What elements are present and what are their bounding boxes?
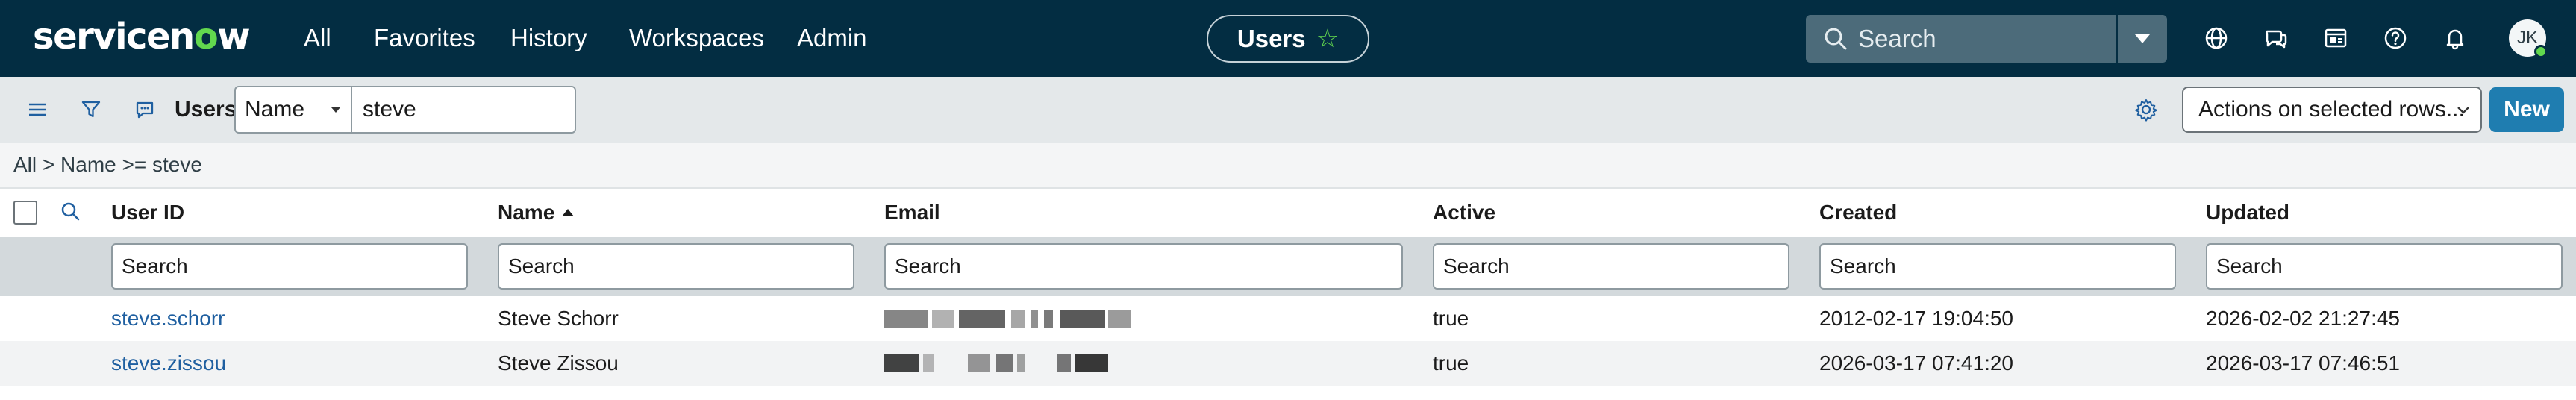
favorite-star-icon[interactable]: ☆ — [1316, 24, 1339, 54]
actions-select-label: Actions on selected rows... — [2198, 97, 2465, 122]
chevron-down-icon — [2457, 107, 2469, 114]
column-header-label: Updated — [2206, 201, 2289, 224]
column-header-name[interactable]: Name — [498, 196, 575, 229]
column-header-user-id[interactable]: User ID — [111, 196, 184, 229]
column-header-active[interactable]: Active — [1433, 196, 1495, 229]
list-search-input[interactable]: steve — [351, 86, 576, 134]
updated-search-input[interactable] — [2206, 243, 2563, 290]
created-search-input[interactable] — [1819, 243, 2176, 290]
list-toolbar: Users Name steve Actions on selected row… — [0, 77, 2576, 143]
globe-icon[interactable] — [2201, 23, 2231, 53]
global-search[interactable] — [1806, 15, 2116, 63]
caret-down-icon — [331, 107, 340, 113]
logo-text-prefix: servicen — [33, 16, 195, 57]
presence-indicator — [2534, 45, 2548, 58]
scratchpad-icon[interactable] — [2321, 23, 2351, 53]
search-icon — [1825, 28, 1847, 50]
nav-history[interactable]: History — [510, 21, 587, 55]
email-search-input[interactable] — [884, 243, 1403, 290]
nav-all[interactable]: All — [304, 21, 331, 55]
actions-on-selected-rows-select[interactable]: Actions on selected rows... — [2182, 87, 2482, 133]
logo-text-suffix: w — [217, 16, 250, 57]
user-avatar[interactable]: JK — [2509, 19, 2548, 58]
name-search-input[interactable] — [498, 243, 854, 290]
name-cell: Steve Zissou — [498, 351, 619, 375]
table-row[interactable]: steve.zissou Steve Zissou true 2026-03-1… — [0, 341, 2576, 386]
new-button[interactable]: New — [2489, 87, 2564, 132]
nav-admin[interactable]: Admin — [797, 21, 867, 55]
created-cell: 2012-02-17 19:04:50 — [1819, 307, 2013, 330]
context-pill-label: Users — [1237, 25, 1306, 52]
column-header-label: Active — [1433, 201, 1496, 224]
column-header-updated[interactable]: Updated — [2206, 196, 2289, 229]
select-all-checkbox[interactable] — [13, 201, 37, 225]
column-header-label: Name — [498, 201, 555, 224]
email-redacted — [884, 354, 1108, 372]
user-id-search-input[interactable] — [111, 243, 468, 290]
user-id-link[interactable]: steve.zissou — [111, 341, 226, 386]
column-header-email[interactable]: Email — [884, 196, 940, 229]
column-header-label: Email — [884, 201, 940, 224]
avatar-initials: JK — [2516, 28, 2538, 48]
logo-text-o: o — [193, 16, 219, 57]
column-header-created[interactable]: Created — [1819, 196, 1897, 229]
updated-cell: 2026-03-17 07:46:51 — [2206, 351, 2400, 375]
list-title: Users — [175, 97, 237, 122]
email-redacted — [884, 310, 1131, 328]
notifications-icon[interactable] — [2440, 23, 2470, 53]
filter-icon[interactable] — [75, 93, 107, 126]
sort-ascending-icon — [562, 209, 575, 216]
nav-favorites[interactable]: Favorites — [374, 21, 475, 55]
active-search-input[interactable] — [1433, 243, 1789, 290]
created-cell: 2026-03-17 07:41:20 — [1819, 351, 2013, 375]
search-field-select[interactable]: Name — [234, 86, 352, 134]
name-cell: Steve Schorr — [498, 307, 619, 330]
top-navigation-bar: servicenow All Favorites History Workspa… — [0, 0, 2576, 77]
table-header: User ID Name Email Active Created Update… — [0, 189, 2576, 237]
column-search-row — [0, 237, 2576, 296]
breadcrumb[interactable]: All > Name >= steve — [0, 143, 2576, 189]
search-field-value: Name — [245, 97, 305, 122]
active-cell: true — [1433, 351, 1469, 375]
gear-icon[interactable] — [2130, 93, 2163, 126]
chat-icon[interactable] — [2261, 23, 2291, 53]
column-header-label: Created — [1819, 201, 1898, 224]
active-cell: true — [1433, 307, 1469, 330]
caret-down-icon — [2135, 34, 2150, 43]
nav-workspaces[interactable]: Workspaces — [629, 21, 764, 55]
menu-icon[interactable] — [21, 93, 54, 126]
search-scope-dropdown[interactable] — [2118, 15, 2167, 63]
user-id-link[interactable]: steve.schorr — [111, 296, 225, 341]
table-row[interactable]: steve.schorr Steve Schorr true 2012-02-1… — [0, 296, 2576, 341]
column-header-label: User ID — [111, 201, 185, 224]
column-search-toggle-icon[interactable] — [58, 199, 84, 225]
comment-icon[interactable] — [128, 93, 161, 126]
table-body-empty-area — [0, 386, 2576, 400]
servicenow-logo[interactable]: servicenow — [33, 13, 251, 60]
global-search-input[interactable] — [1858, 25, 2104, 53]
updated-cell: 2026-02-02 21:27:45 — [2206, 307, 2400, 330]
help-icon[interactable] — [2380, 23, 2410, 53]
context-pill[interactable]: Users ☆ — [1207, 15, 1369, 63]
